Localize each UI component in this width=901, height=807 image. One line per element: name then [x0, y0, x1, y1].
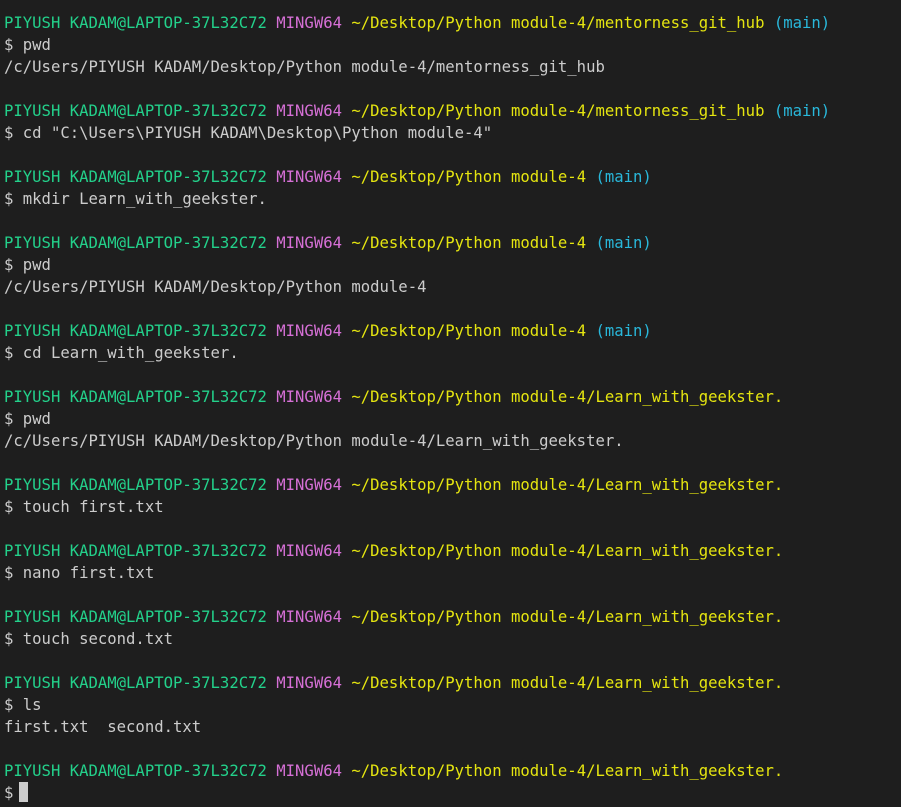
prompt-system: MINGW64	[276, 388, 342, 406]
prompt-branch: (main)	[773, 102, 831, 120]
prompt-user-host: PIYUSH KADAM@LAPTOP-37L32C72	[4, 674, 267, 692]
prompt-system: MINGW64	[276, 762, 342, 780]
prompt-path: ~/Desktop/Python module-4/Learn_with_gee…	[351, 388, 784, 406]
prompt-user-host: PIYUSH KADAM@LAPTOP-37L32C72	[4, 234, 267, 252]
prompt-system: MINGW64	[276, 102, 342, 120]
command-line: $ ls	[4, 696, 42, 714]
prompt-line: PIYUSH KADAM@LAPTOP-37L32C72 MINGW64 ~/D…	[4, 386, 901, 408]
prompt-path: ~/Desktop/Python module-4/Learn_with_gee…	[351, 476, 784, 494]
command-line: $ mkdir Learn_with_geekster.	[4, 190, 267, 208]
prompt-line: PIYUSH KADAM@LAPTOP-37L32C72 MINGW64 ~/D…	[4, 474, 901, 496]
prompt-system: MINGW64	[276, 14, 342, 32]
command-output: /c/Users/PIYUSH KADAM/Desktop/Python mod…	[4, 432, 624, 450]
text-cursor[interactable]	[19, 782, 29, 802]
prompt-path: ~/Desktop/Python module-4/Learn_with_gee…	[351, 762, 784, 780]
command-line: $ touch second.txt	[4, 630, 173, 648]
prompt-path: ~/Desktop/Python module-4	[351, 234, 587, 252]
command-line: $ touch first.txt	[4, 498, 164, 516]
prompt-user-host: PIYUSH KADAM@LAPTOP-37L32C72	[4, 14, 267, 32]
prompt-path: ~/Desktop/Python module-4/mentorness_git…	[351, 102, 765, 120]
prompt-branch: (main)	[595, 322, 652, 340]
prompt-path: ~/Desktop/Python module-4/Learn_with_gee…	[351, 542, 784, 560]
prompt-user-host: PIYUSH KADAM@LAPTOP-37L32C72	[4, 476, 267, 494]
prompt-line: PIYUSH KADAM@LAPTOP-37L32C72 MINGW64 ~/D…	[4, 100, 901, 122]
prompt-path: ~/Desktop/Python module-4	[351, 322, 587, 340]
prompt-system: MINGW64	[276, 234, 342, 252]
prompt-system: MINGW64	[276, 608, 342, 626]
prompt-line: PIYUSH KADAM@LAPTOP-37L32C72 MINGW64 ~/D…	[4, 760, 901, 782]
prompt-branch: (main)	[773, 14, 831, 32]
command-line: $ cd Learn_with_geekster.	[4, 344, 239, 362]
prompt-line: PIYUSH KADAM@LAPTOP-37L32C72 MINGW64 ~/D…	[4, 232, 901, 254]
prompt-path: ~/Desktop/Python module-4/Learn_with_gee…	[351, 674, 784, 692]
input-prompt-symbol: $	[4, 784, 14, 802]
prompt-branch: (main)	[595, 168, 652, 186]
command-line: $ pwd	[4, 36, 51, 54]
prompt-path: ~/Desktop/Python module-4/Learn_with_gee…	[351, 608, 784, 626]
terminal-window[interactable]: PIYUSH KADAM@LAPTOP-37L32C72 MINGW64 ~/D…	[0, 0, 901, 807]
prompt-path: ~/Desktop/Python module-4/mentorness_git…	[351, 14, 765, 32]
prompt-system: MINGW64	[276, 168, 342, 186]
prompt-user-host: PIYUSH KADAM@LAPTOP-37L32C72	[4, 388, 267, 406]
prompt-user-host: PIYUSH KADAM@LAPTOP-37L32C72	[4, 762, 267, 780]
prompt-line: PIYUSH KADAM@LAPTOP-37L32C72 MINGW64 ~/D…	[4, 672, 901, 694]
prompt-line: PIYUSH KADAM@LAPTOP-37L32C72 MINGW64 ~/D…	[4, 606, 901, 628]
prompt-line: PIYUSH KADAM@LAPTOP-37L32C72 MINGW64 ~/D…	[4, 166, 901, 188]
prompt-path: ~/Desktop/Python module-4	[351, 168, 587, 186]
command-line: $ nano first.txt	[4, 564, 155, 582]
prompt-system: MINGW64	[276, 476, 342, 494]
command-line: $ pwd	[4, 410, 51, 428]
command-line: $ pwd	[4, 256, 51, 274]
command-line: $ cd "C:\Users\PIYUSH KADAM\Desktop\Pyth…	[4, 124, 493, 142]
prompt-line: PIYUSH KADAM@LAPTOP-37L32C72 MINGW64 ~/D…	[4, 540, 901, 562]
prompt-line: PIYUSH KADAM@LAPTOP-37L32C72 MINGW64 ~/D…	[4, 12, 901, 34]
prompt-user-host: PIYUSH KADAM@LAPTOP-37L32C72	[4, 168, 267, 186]
prompt-system: MINGW64	[276, 674, 342, 692]
prompt-branch: (main)	[595, 234, 652, 252]
prompt-user-host: PIYUSH KADAM@LAPTOP-37L32C72	[4, 608, 267, 626]
prompt-user-host: PIYUSH KADAM@LAPTOP-37L32C72	[4, 542, 267, 560]
command-output: /c/Users/PIYUSH KADAM/Desktop/Python mod…	[4, 278, 427, 296]
prompt-line: PIYUSH KADAM@LAPTOP-37L32C72 MINGW64 ~/D…	[4, 320, 901, 342]
input-line[interactable]: $	[4, 782, 901, 804]
prompt-user-host: PIYUSH KADAM@LAPTOP-37L32C72	[4, 102, 267, 120]
command-output: /c/Users/PIYUSH KADAM/Desktop/Python mod…	[4, 58, 605, 76]
command-output: first.txt second.txt	[4, 718, 202, 736]
prompt-system: MINGW64	[276, 322, 342, 340]
prompt-system: MINGW64	[276, 542, 342, 560]
prompt-user-host: PIYUSH KADAM@LAPTOP-37L32C72	[4, 322, 267, 340]
